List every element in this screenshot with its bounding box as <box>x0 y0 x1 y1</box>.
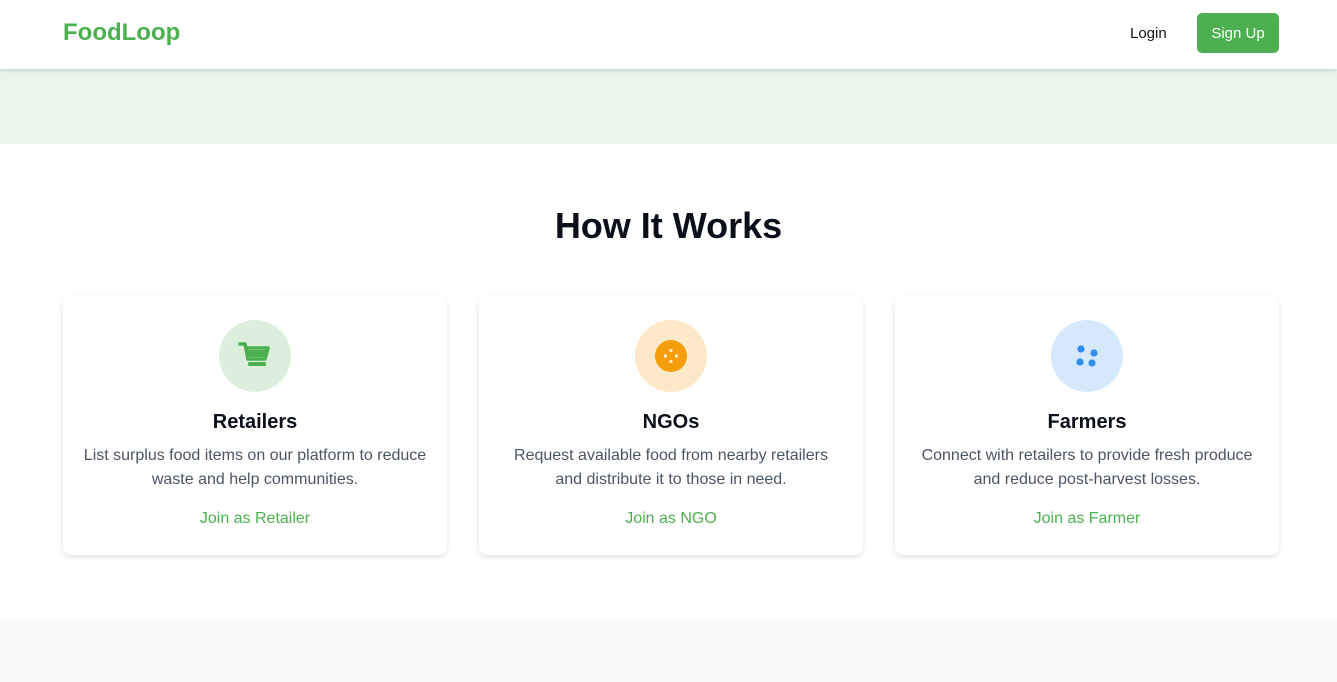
retailers-description: List surplus food items on our platform … <box>83 447 427 488</box>
seeds-icon <box>1076 345 1098 367</box>
hero-banner <box>0 69 1337 144</box>
ngos-title: NGOs <box>642 411 700 433</box>
ngos-card: NGOs Request available food from nearby … <box>479 296 863 555</box>
farmers-description: Connect with retailers to provide fresh … <box>921 447 1253 488</box>
signup-button[interactable]: Sign Up <box>1197 13 1279 53</box>
ngos-description: Request available food from nearby retai… <box>514 447 828 488</box>
join-ngo-link[interactable]: Join as NGO <box>479 510 863 528</box>
retailers-card: Retailers List surplus food items on our… <box>63 296 447 555</box>
brand-logo[interactable]: FoodLoop <box>63 19 180 47</box>
ngos-icon-badge <box>635 320 707 392</box>
shopping-cart-icon <box>238 342 270 366</box>
join-farmer-link[interactable]: Join as Farmer <box>895 510 1279 528</box>
join-retailer-link[interactable]: Join as Retailer <box>63 510 447 528</box>
section-title: How It Works <box>554 205 783 246</box>
donation-icon <box>655 340 687 372</box>
farmers-card: Farmers Connect with retailers to provid… <box>895 296 1279 555</box>
farmers-icon-badge <box>1051 320 1123 392</box>
retailers-icon-badge <box>219 320 291 392</box>
retailers-title: Retailers <box>212 411 298 433</box>
login-link[interactable]: Login <box>1130 25 1167 42</box>
next-section-strip <box>0 620 1337 682</box>
top-navbar: FoodLoop Login Sign Up <box>0 0 1337 69</box>
farmers-title: Farmers <box>1047 411 1127 433</box>
